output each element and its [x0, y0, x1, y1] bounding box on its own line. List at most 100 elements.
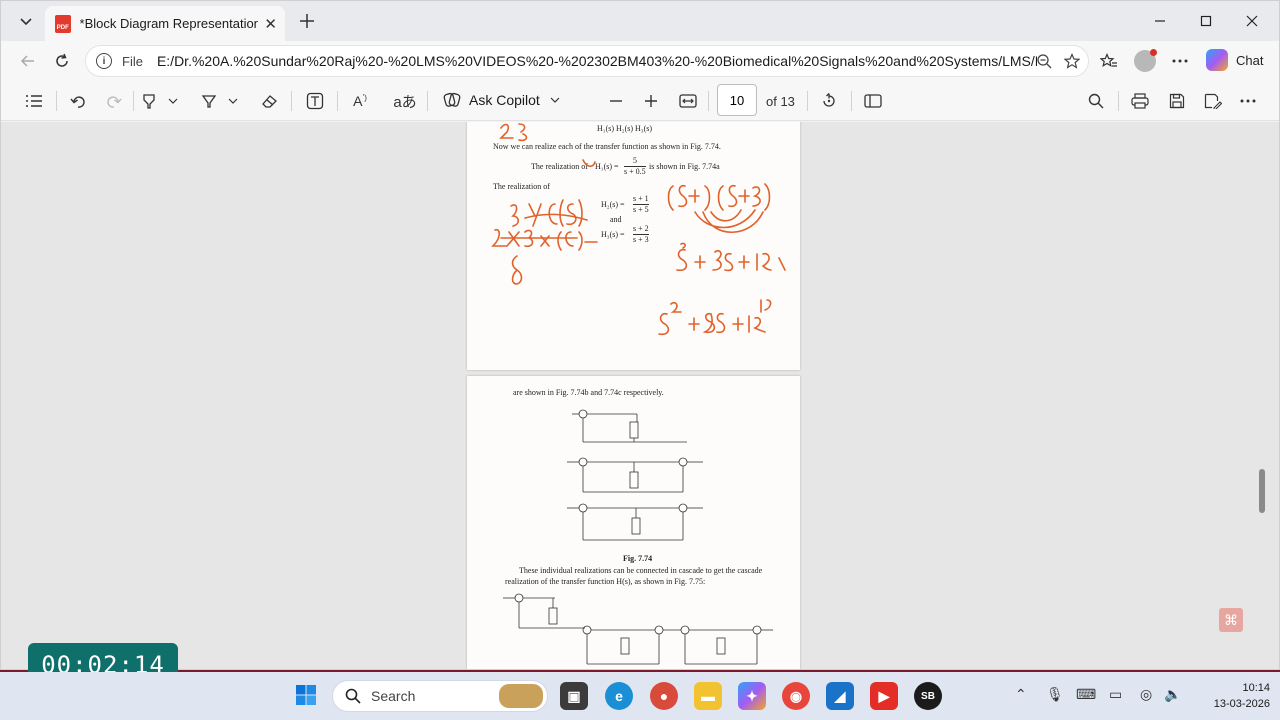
address-bar[interactable]: i File E:/Dr.%20A.%20Sundar%20Raj%20-%20…: [85, 45, 1089, 77]
printer-icon: [1131, 93, 1149, 109]
save-as-button[interactable]: [1202, 89, 1224, 113]
close-tab-icon[interactable]: ✕: [264, 15, 277, 33]
favorite-star-icon[interactable]: [1063, 53, 1081, 74]
address-url[interactable]: E:/Dr.%20A.%20Sundar%20Raj%20-%20LMS%20V…: [157, 53, 1037, 69]
zoom-out-icon[interactable]: [1036, 53, 1052, 74]
pdf-page: are shown in Fig. 7.74b and 7.74c respec…: [467, 376, 800, 669]
highlight-button[interactable]: [139, 89, 159, 113]
pdf-toolbar: Aʼ) aあ Ask Copilot 10 of 13: [1, 81, 1279, 121]
microphone-icon[interactable]: 🎙: [1046, 686, 1064, 703]
page-number-input[interactable]: 10: [717, 84, 757, 116]
minimize-button[interactable]: [1137, 7, 1183, 35]
chevron-down-icon: [228, 98, 238, 104]
draw-options-button[interactable]: [225, 89, 241, 113]
draw-button[interactable]: [199, 89, 219, 113]
chrome-app-button[interactable]: ◉: [782, 682, 810, 710]
refresh-button[interactable]: [47, 47, 77, 75]
tab-active[interactable]: PDF *Block Diagram Representation.pdf ✕: [45, 6, 285, 41]
fit-width-button[interactable]: [677, 89, 699, 113]
save-button[interactable]: [1166, 89, 1188, 113]
read-aloud-button[interactable]: Aʼ): [349, 89, 371, 113]
youtube-play-icon: ▶: [878, 687, 890, 704]
search-icon: [1088, 93, 1104, 109]
eraser-icon: [262, 95, 277, 108]
find-button[interactable]: [1085, 89, 1107, 113]
close-window-button[interactable]: [1229, 7, 1275, 35]
pdf-file-icon: PDF: [55, 14, 71, 33]
pdf-page: H₁(s) H₂(s) H₃(s) Now we can realize eac…: [467, 122, 800, 370]
toolbar-divider: [708, 91, 709, 111]
task-view-button[interactable]: ▣: [560, 682, 588, 710]
pdf-more-button[interactable]: [1237, 89, 1259, 113]
ask-copilot-button[interactable]: Ask Copilot: [443, 91, 560, 109]
block-diagram-figure: [503, 409, 773, 665]
minimize-icon: [1155, 20, 1165, 22]
redo-button[interactable]: [103, 89, 125, 113]
display-icon[interactable]: ▭: [1109, 686, 1122, 703]
keyboard-icon[interactable]: ⌨: [1076, 686, 1096, 703]
page-view-icon: [864, 94, 882, 108]
tab-strip: PDF *Block Diagram Representation.pdf ✕: [1, 1, 1279, 41]
pdf-viewer[interactable]: H₁(s) H₂(s) H₃(s) Now we can realize eac…: [1, 122, 1279, 669]
navigation-bar: i File E:/Dr.%20A.%20Sundar%20Raj%20-%20…: [1, 41, 1279, 81]
profile-avatar[interactable]: [1134, 49, 1157, 72]
plus-icon: [645, 95, 657, 107]
volume-icon[interactable]: 🔈: [1164, 686, 1181, 703]
cast-app-button[interactable]: ◢: [826, 682, 854, 710]
ask-copilot-label: Ask Copilot: [469, 92, 540, 108]
vertical-scrollbar[interactable]: [1257, 122, 1267, 669]
toolbar-divider: [807, 91, 808, 111]
add-text-button[interactable]: [304, 89, 326, 113]
sb-app-icon: SB: [921, 690, 935, 702]
site-info-icon[interactable]: i: [96, 53, 112, 69]
more-menu-button[interactable]: [1165, 47, 1195, 75]
file-scheme-label: File: [122, 53, 143, 69]
chrome-icon: ◉: [789, 687, 803, 704]
network-icon[interactable]: ◎: [1140, 686, 1152, 703]
tab-title: *Block Diagram Representation.pdf: [79, 16, 259, 31]
edge-app-button[interactable]: e: [605, 682, 633, 710]
tab-actions-menu[interactable]: [11, 7, 41, 35]
copilot-app-button[interactable]: ✦: [738, 682, 766, 710]
acrobat-icon[interactable]: ⌘: [1219, 608, 1243, 632]
back-button[interactable]: [13, 47, 43, 75]
recorder-app-button[interactable]: ●: [650, 682, 678, 710]
file-explorer-button[interactable]: ▬: [694, 682, 722, 710]
zoom-in-button[interactable]: [641, 89, 661, 113]
translate-button[interactable]: aあ: [393, 89, 417, 113]
chevron-up-icon[interactable]: ⌃: [1015, 686, 1027, 703]
undo-button[interactable]: [67, 89, 89, 113]
windows-logo-icon: [296, 685, 316, 705]
search-icon: [345, 688, 361, 704]
list-icon: [26, 95, 42, 107]
taskbar-search[interactable]: Search: [332, 680, 548, 712]
translate-icon: aあ: [393, 93, 417, 111]
zoom-out-button[interactable]: [606, 89, 626, 113]
toolbar-divider: [1118, 91, 1119, 111]
chevron-down-icon: [550, 97, 560, 103]
rotate-button[interactable]: [818, 89, 840, 113]
scrollbar-thumb[interactable]: [1259, 469, 1265, 513]
erase-button[interactable]: [259, 89, 281, 113]
clock-date: 13-03-2026: [1213, 698, 1270, 710]
close-icon: [1246, 15, 1258, 27]
maximize-button[interactable]: [1183, 7, 1229, 35]
favorites-button[interactable]: [1094, 47, 1124, 75]
contents-button[interactable]: [23, 89, 45, 113]
youtube-app-button[interactable]: ▶: [870, 682, 898, 710]
highlight-options-button[interactable]: [165, 89, 181, 113]
system-clock[interactable]: 10:14 13-03-2026: [1196, 680, 1270, 712]
sb-app-button[interactable]: SB: [914, 682, 942, 710]
read-aloud-icon: Aʼ): [353, 93, 367, 109]
copilot-icon: [1206, 49, 1228, 71]
folder-icon: ▬: [701, 688, 715, 704]
toolbar-divider: [427, 91, 428, 111]
new-tab-button[interactable]: [293, 7, 321, 35]
start-button[interactable]: [293, 682, 319, 708]
more-dots-icon: [1240, 99, 1256, 103]
page-view-button[interactable]: [862, 89, 884, 113]
page-count-label: of 13: [766, 94, 795, 109]
copilot-chat-button[interactable]: Chat: [1206, 49, 1263, 71]
print-button[interactable]: [1129, 89, 1151, 113]
edge-icon: e: [615, 688, 623, 704]
